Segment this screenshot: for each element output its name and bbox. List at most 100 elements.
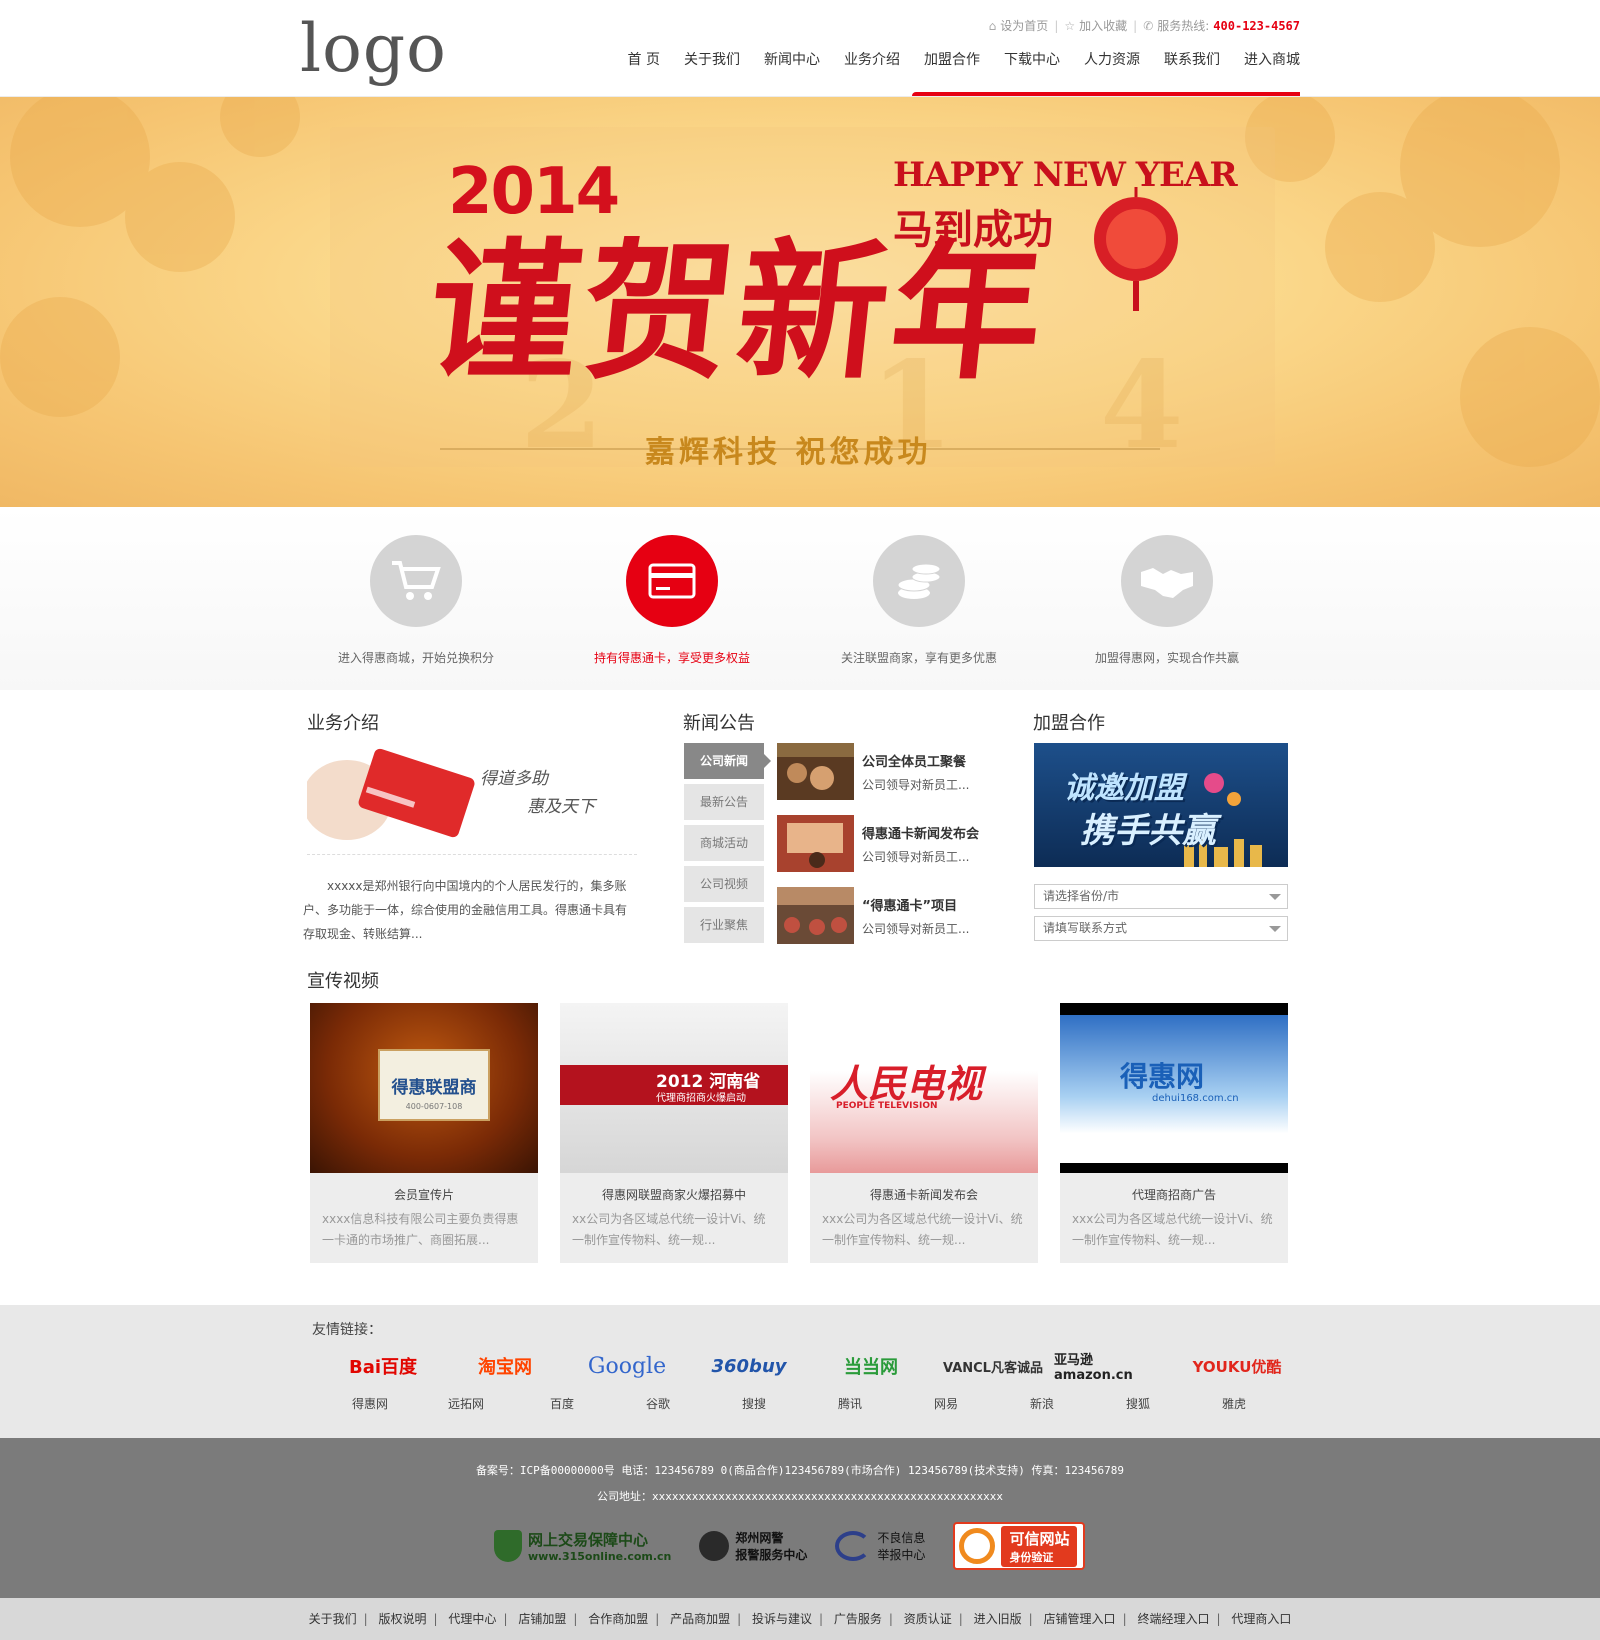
- video-desc: xxx公司为各区域总代统一设计Vi、统一制作宣传物料、统一规...: [822, 1212, 1023, 1247]
- friend-link[interactable]: 谷歌: [610, 1395, 706, 1412]
- business-description: xxxxx是郑州银行向中国境内的个人居民发行的，集多账户、多功能于一体，综合使用…: [303, 879, 628, 941]
- video-thumbnail[interactable]: 人民电视 PEOPLE TELEVISION: [810, 1003, 1038, 1173]
- card-hand-illustration: [307, 740, 637, 840]
- hero-banner[interactable]: 214 2014 HAPPY NEW YEAR 马到成功 谨贺新年 嘉辉科技 祝…: [0, 97, 1600, 507]
- badge-police[interactable]: 郑州网警 报警服务中心: [699, 1522, 807, 1570]
- svg-text:4: 4: [1100, 335, 1184, 476]
- business-image[interactable]: 得道多助 惠及天下: [307, 740, 637, 840]
- video-card[interactable]: 得惠联盟商 400-0607-108 会员宣传片 xxxx信息科技有限公司主要负…: [310, 1003, 538, 1263]
- video-card[interactable]: 2012 河南省 代理商招商火爆启动 得惠网联盟商家火爆招募中 xx公司为各区域…: [560, 1003, 788, 1263]
- video-thumbnail[interactable]: 得惠联盟商 400-0607-108: [310, 1003, 538, 1173]
- video-list: 得惠联盟商 400-0607-108 会员宣传片 xxxx信息科技有限公司主要负…: [310, 1003, 1290, 1263]
- bottom-link-store-admin[interactable]: 店铺管理入口: [1044, 1612, 1116, 1626]
- news-thumbnail[interactable]: [777, 743, 854, 800]
- business-title: 业务介绍: [307, 713, 379, 734]
- bottom-link-agent-center[interactable]: 代理中心: [448, 1612, 496, 1626]
- tab-company-video[interactable]: 公司视频: [684, 866, 764, 902]
- news-item[interactable]: “得惠通卡”项目 公司领导对新员工...: [777, 887, 997, 959]
- bottom-link-agent-entry[interactable]: 代理商入口: [1231, 1612, 1291, 1626]
- banner-main-text: 谨贺新年: [420, 224, 1056, 400]
- video-thumb-text: 人民电视: [830, 1061, 983, 1106]
- card-slogan-1: 得道多助: [480, 769, 548, 789]
- province-select-placeholder: 请选择省份/市: [1043, 889, 1120, 903]
- vancl-logo[interactable]: VANCL凡客诚品: [932, 1351, 1054, 1381]
- bottom-link-certification[interactable]: 资质认证: [904, 1612, 952, 1626]
- banner-greeting: HAPPY NEW YEAR: [893, 155, 1238, 195]
- province-select[interactable]: 请选择省份/市: [1034, 884, 1288, 909]
- bottom-link-ads[interactable]: 广告服务: [834, 1612, 882, 1626]
- news-item-title[interactable]: “得惠通卡”项目: [862, 895, 969, 914]
- friend-link[interactable]: 新浪: [994, 1395, 1090, 1412]
- badge-title: 网上交易保障中心: [528, 1531, 649, 1549]
- tab-company-news[interactable]: 公司新闻: [684, 743, 771, 779]
- friend-link[interactable]: 百度: [514, 1395, 610, 1412]
- trust-badges: 网上交易保障中心 www.315online.com.cn 郑州网警 报警服务中…: [494, 1522, 1086, 1570]
- bottom-link-store-join[interactable]: 店铺加盟: [518, 1612, 566, 1626]
- join-banner-text-1: 诚邀加盟: [1064, 771, 1184, 806]
- video-title[interactable]: 得惠通卡新闻发布会: [810, 1186, 1038, 1203]
- bottom-link-terminal-manager[interactable]: 终端经理入口: [1137, 1612, 1209, 1626]
- badge-report[interactable]: 不良信息 举报中心: [835, 1522, 925, 1570]
- feature-join[interactable]: 加盟得惠网，实现合作共赢: [1077, 535, 1257, 666]
- friend-link[interactable]: 雅虎: [1186, 1395, 1282, 1412]
- video-thumbnail[interactable]: 2012 河南省 代理商招商火爆启动: [560, 1003, 788, 1173]
- separator: |: [888, 1612, 893, 1626]
- badge-trusted-site[interactable]: 可信网站 身份验证: [953, 1522, 1086, 1570]
- video-desc: xx公司为各区域总代统一设计Vi、统一制作宣传物料、统一规...: [572, 1212, 766, 1247]
- friend-link[interactable]: 搜搜: [706, 1395, 802, 1412]
- google-logo[interactable]: Google: [566, 1351, 688, 1381]
- bottom-link-copyright[interactable]: 版权说明: [379, 1612, 427, 1626]
- friend-link[interactable]: 腾讯: [802, 1395, 898, 1412]
- footer-address: 公司地址：xxxxxxxxxxxxxxxxxxxxxxxxxxxxxxxxxxx…: [597, 1490, 1003, 1503]
- bottom-link-partner-join[interactable]: 合作商加盟: [588, 1612, 648, 1626]
- bottom-link-old-version[interactable]: 进入旧版: [974, 1612, 1022, 1626]
- tab-latest-notice[interactable]: 最新公告: [684, 784, 764, 820]
- feature-card[interactable]: 持有得惠通卡，享受更多权益: [582, 535, 762, 666]
- dangdang-logo[interactable]: 当当网: [810, 1351, 932, 1381]
- friend-link[interactable]: 远拓网: [418, 1395, 514, 1412]
- separator: |: [958, 1612, 963, 1626]
- site-footer: 备案号：ICP备00000000号 电话：123456789 0(商品合作)12…: [0, 1438, 1600, 1598]
- video-card[interactable]: 人民电视 PEOPLE TELEVISION 得惠通卡新闻发布会 xxx公司为各…: [810, 1003, 1038, 1263]
- handshake-icon: [1121, 535, 1213, 627]
- feature-merchants[interactable]: 关注联盟商家，享有更多优惠: [829, 535, 1009, 666]
- separator: |: [503, 1612, 508, 1626]
- news-item[interactable]: 公司全体员工聚餐 公司领导对新员工...: [777, 743, 997, 815]
- tab-industry-focus[interactable]: 行业聚焦: [684, 907, 764, 943]
- video-desc: xxxx信息科技有限公司主要负责得惠一卡通的市场推广、商圈拓展...: [322, 1212, 519, 1247]
- news-thumbnail[interactable]: [777, 815, 854, 872]
- badge-315online[interactable]: 网上交易保障中心 www.315online.com.cn: [494, 1522, 671, 1570]
- separator: |: [737, 1612, 742, 1626]
- friend-link[interactable]: 网易: [898, 1395, 994, 1412]
- business-divider: [307, 854, 637, 855]
- video-thumbnail[interactable]: 得惠网 dehui168.com.cn: [1060, 1003, 1288, 1173]
- news-item[interactable]: 得惠通卡新闻发布会 公司领导对新员工...: [777, 815, 997, 887]
- news-item-title[interactable]: 公司全体员工聚餐: [862, 751, 969, 770]
- feature-text: 加盟得惠网，实现合作共赢: [1094, 651, 1239, 665]
- bottom-link-feedback[interactable]: 投诉与建议: [752, 1612, 812, 1626]
- amazon-logo[interactable]: 亚马逊 amazon.cn: [1054, 1351, 1176, 1383]
- feature-mall[interactable]: 进入得惠商城，开始兑换积分: [326, 535, 506, 666]
- video-title[interactable]: 代理商招商广告: [1060, 1186, 1288, 1203]
- badge-subtitle: www.315online.com.cn: [528, 1550, 672, 1563]
- separator: |: [573, 1612, 578, 1626]
- taobao-logo[interactable]: 淘宝网: [444, 1351, 566, 1381]
- friend-link[interactable]: 得惠网: [322, 1395, 418, 1412]
- bottom-link-about[interactable]: 关于我们: [309, 1612, 357, 1626]
- youku-logo[interactable]: YOUKU优酷: [1176, 1351, 1298, 1381]
- video-title[interactable]: 会员宣传片: [310, 1186, 538, 1203]
- news-thumbnail[interactable]: [777, 887, 854, 944]
- video-card[interactable]: 得惠网 dehui168.com.cn 代理商招商广告 xxx公司为各区域总代统…: [1060, 1003, 1288, 1263]
- 360buy-logo[interactable]: 360buy: [688, 1351, 810, 1381]
- news-item-title[interactable]: 得惠通卡新闻发布会: [862, 823, 979, 842]
- contact-input[interactable]: 请填写联系方式: [1034, 916, 1288, 941]
- join-banner[interactable]: 诚邀加盟 携手共赢: [1034, 743, 1288, 867]
- friend-link[interactable]: 搜狐: [1090, 1395, 1186, 1412]
- join-banner-text-2: 携手共赢: [1080, 811, 1216, 851]
- friend-links: 友情链接： Bai百度 淘宝网 Google 360buy 当当网 VANCL凡…: [0, 1305, 1600, 1438]
- baidu-logo[interactable]: Bai百度: [322, 1351, 444, 1381]
- tab-mall-events[interactable]: 商城活动: [684, 825, 764, 861]
- video-title[interactable]: 得惠网联盟商家火爆招募中: [560, 1186, 788, 1203]
- bottom-link-product-join[interactable]: 产品商加盟: [670, 1612, 730, 1626]
- badge-title: 不良信息: [877, 1531, 926, 1545]
